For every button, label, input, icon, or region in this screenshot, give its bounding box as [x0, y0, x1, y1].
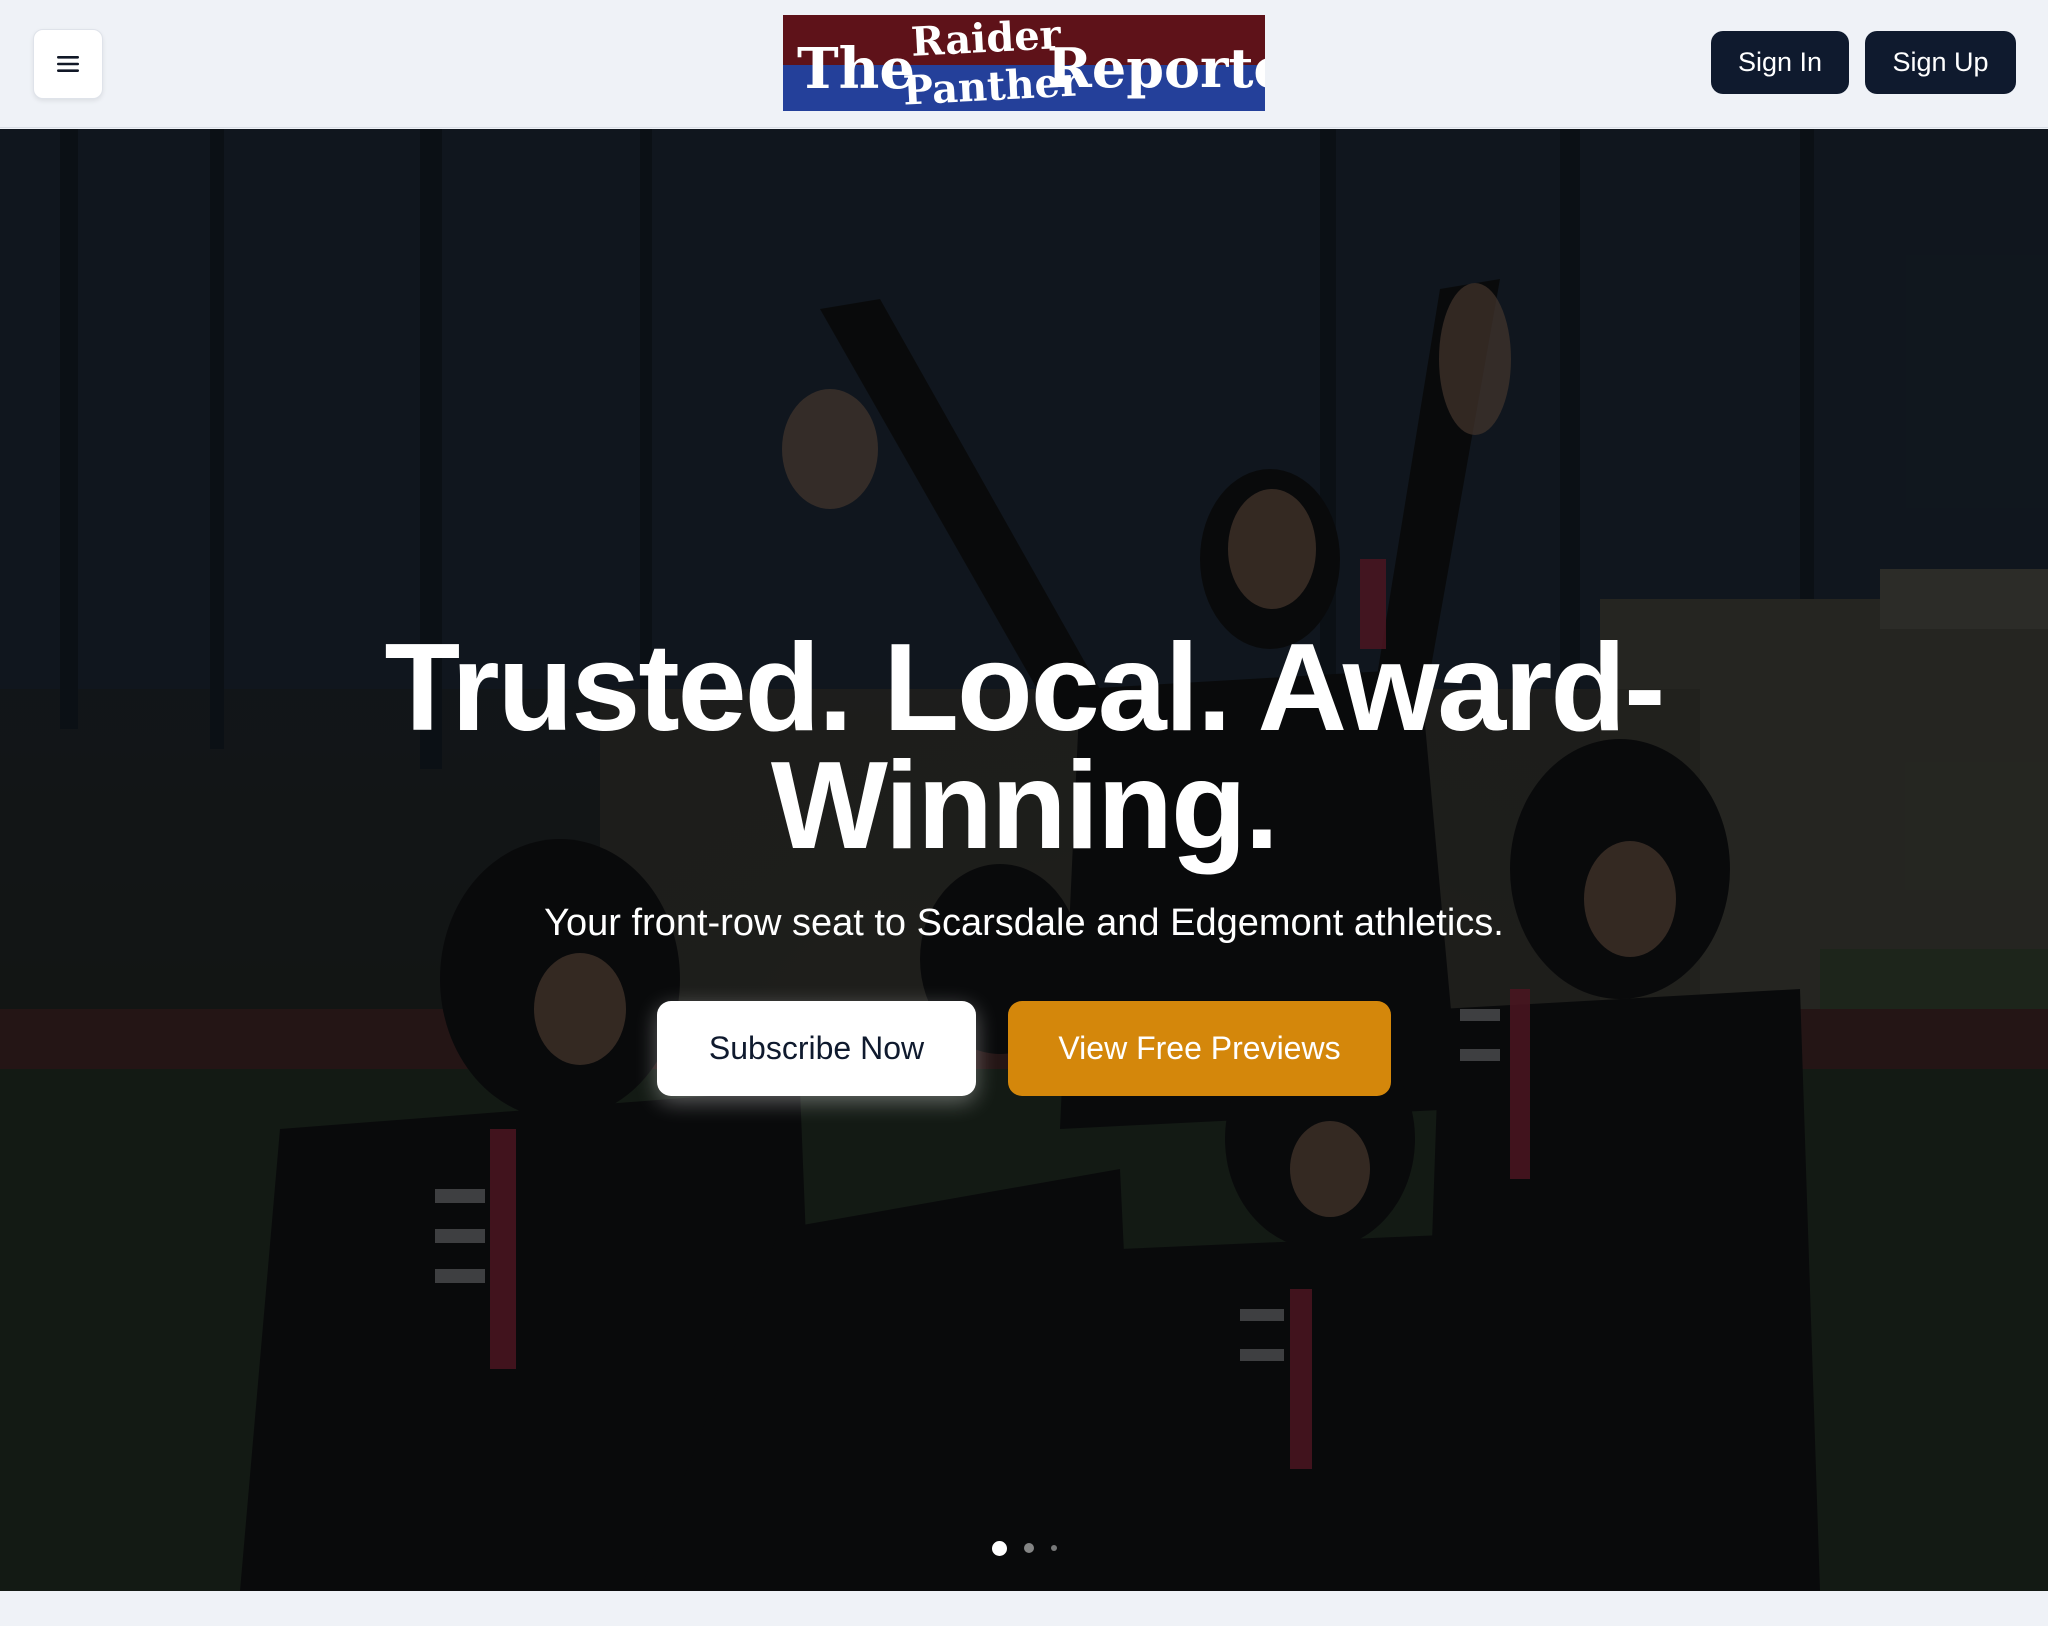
hero-headline-line1: Trusted. Local. Award- [384, 619, 1666, 757]
site-header: The Raider Panther Reporter Sign In Sign… [0, 0, 2048, 128]
hero-subheadline: Your front-row seat to Scarsdale and Edg… [544, 902, 1504, 944]
subscribe-now-button[interactable]: Subscribe Now [657, 1001, 976, 1096]
page-below-hero [0, 1591, 2048, 1626]
hamburger-menu-icon [57, 56, 79, 72]
view-free-previews-button[interactable]: View Free Previews [1008, 1001, 1391, 1096]
carousel-dots [0, 1538, 2048, 1558]
logo-word-the: The [797, 36, 916, 102]
carousel-dot-3[interactable] [1050, 1545, 1057, 1551]
logo-word-reporter: Reporter [1047, 36, 1265, 100]
sign-up-button[interactable]: Sign Up [1865, 31, 2016, 94]
logo-word-raider: Raider [909, 15, 1062, 66]
carousel-dot-2[interactable] [1023, 1543, 1034, 1553]
menu-button[interactable] [33, 29, 103, 99]
carousel-dot-1[interactable] [991, 1540, 1007, 1556]
hero-carousel: Trusted. Local. Award- Winning. Your fro… [0, 129, 2048, 1591]
hero-headline: Trusted. Local. Award- Winning. [324, 619, 1724, 875]
sign-in-button[interactable]: Sign In [1711, 31, 1849, 94]
site-logo[interactable]: The Raider Panther Reporter [783, 15, 1265, 111]
hero-headline-line2: Winning. [770, 737, 1279, 875]
